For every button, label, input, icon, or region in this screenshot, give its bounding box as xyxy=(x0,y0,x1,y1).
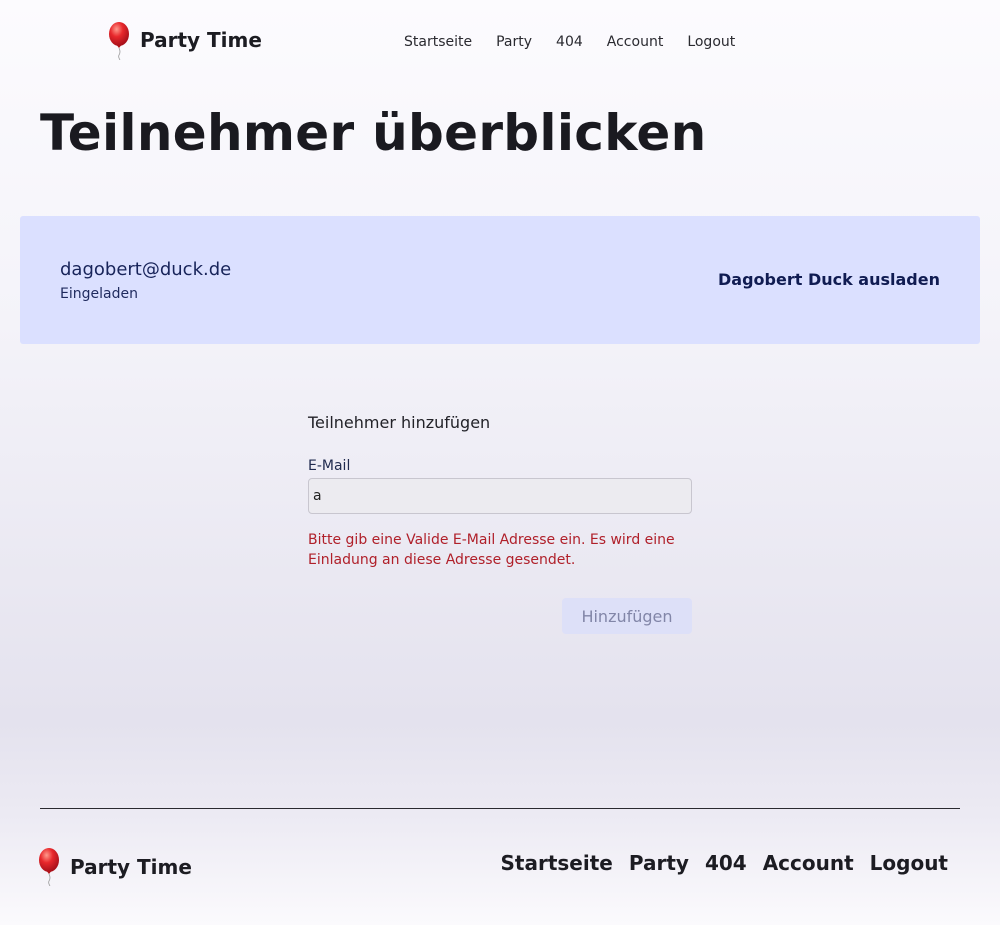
footer-nav: Startseite Party 404 Account Logout xyxy=(485,851,948,875)
form-actions: Hinzufügen xyxy=(308,598,692,634)
brand-name: Party Time xyxy=(140,28,262,52)
footer-nav-logout[interactable]: Logout xyxy=(870,851,948,875)
nav-account[interactable]: Account xyxy=(595,33,676,51)
balloon-icon xyxy=(108,22,132,61)
email-error-message: Bitte gib eine Valide E-Mail Adresse ein… xyxy=(308,532,675,568)
email-input[interactable] xyxy=(308,478,692,514)
participant-card: dagobert@duck.de Eingeladen Dagobert Duc… xyxy=(20,216,980,344)
add-participant-form: Teilnehmer hinzufügen E-Mail Bitte gib e… xyxy=(308,412,692,634)
main-nav: Startseite Party 404 Account Logout xyxy=(392,33,747,51)
footer-nav-404[interactable]: 404 xyxy=(705,851,747,875)
nav-startseite[interactable]: Startseite xyxy=(392,33,484,51)
footer-nav-startseite[interactable]: Startseite xyxy=(501,851,613,875)
participant-status: Eingeladen xyxy=(60,286,138,302)
uninvite-button[interactable]: Dagobert Duck ausladen xyxy=(718,270,940,289)
site-header: Party Time Startseite Party 404 Account … xyxy=(0,0,1000,84)
footer-brand-name: Party Time xyxy=(70,855,192,879)
form-title: Teilnehmer hinzufügen xyxy=(308,413,491,432)
footer-divider xyxy=(40,808,960,809)
footer-brand[interactable]: Party Time xyxy=(38,848,192,887)
nav-party[interactable]: Party xyxy=(484,33,544,51)
nav-logout[interactable]: Logout xyxy=(675,33,747,51)
header-brand[interactable]: Party Time xyxy=(108,22,262,61)
page-title: Teilnehmer überblicken xyxy=(40,104,707,162)
participant-email: dagobert@duck.de xyxy=(60,259,232,280)
footer-nav-party[interactable]: Party xyxy=(629,851,689,875)
email-label: E-Mail xyxy=(308,458,351,474)
nav-404[interactable]: 404 xyxy=(544,33,595,51)
balloon-icon xyxy=(38,848,62,887)
add-participant-button[interactable]: Hinzufügen xyxy=(562,598,692,634)
footer-nav-account[interactable]: Account xyxy=(763,851,854,875)
